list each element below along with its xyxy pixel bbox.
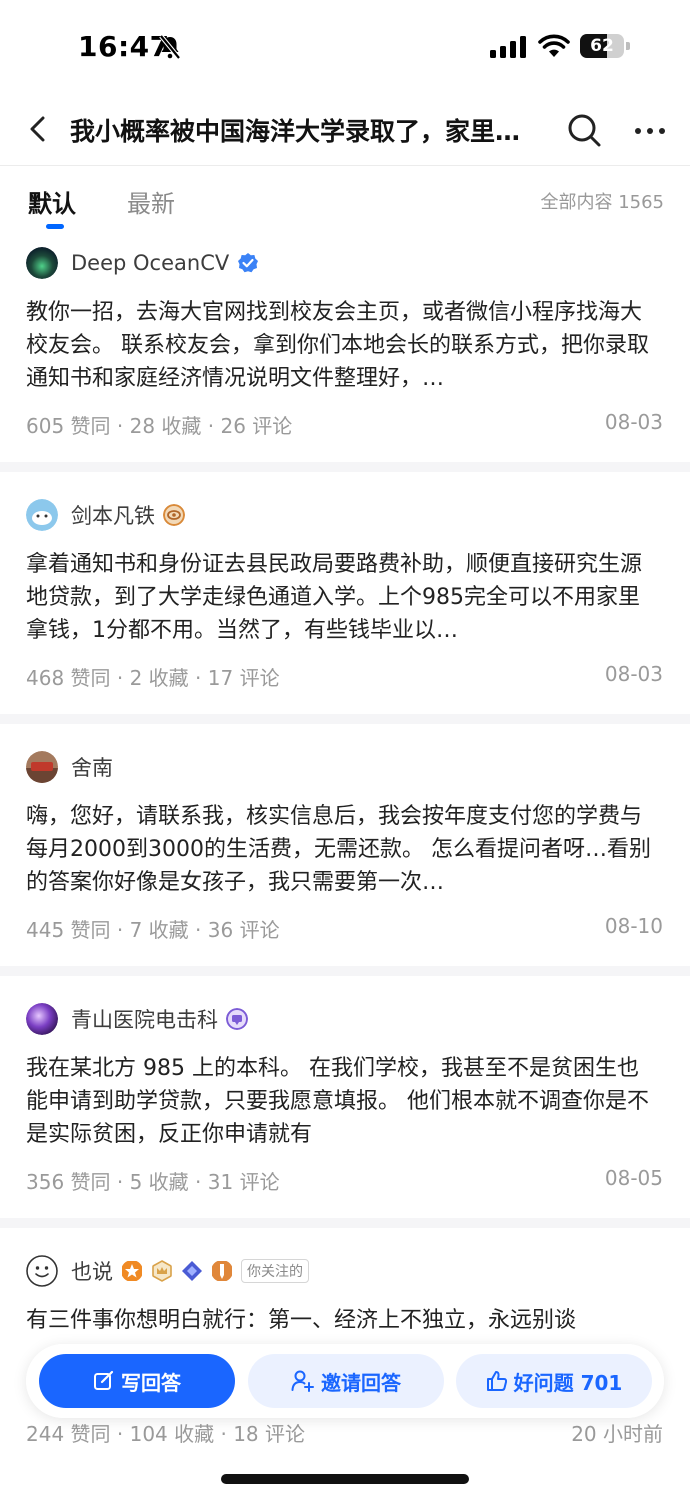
author-row[interactable]: 青山医院电击科 <box>26 1002 248 1036</box>
status-bar: 16:47 62 <box>0 0 690 92</box>
divider <box>0 714 690 724</box>
signal-icon <box>490 36 526 58</box>
answer-date: 08-03 <box>604 662 663 686</box>
bell-off-icon <box>159 34 181 60</box>
achievement-badge-icon <box>163 504 185 526</box>
crown-badge-icon <box>152 1260 172 1282</box>
answer-date: 08-10 <box>604 914 663 938</box>
avatar[interactable] <box>26 499 58 531</box>
question-title[interactable]: 我小概率被中国海洋大学录取了，家里拿不出学费怎么办？ <box>70 112 530 148</box>
divider <box>0 966 690 976</box>
status-time: 16:47 <box>78 30 170 63</box>
battery-indicator: 62 <box>580 34 630 58</box>
author-row[interactable]: 也说 你关注的 <box>26 1254 309 1288</box>
answer-stats: 244 赞同 · 104 收藏 · 18 评论 <box>26 1422 306 1446</box>
invite-answer-button[interactable]: 邀请回答 <box>248 1354 444 1408</box>
star-badge-icon <box>122 1261 142 1281</box>
divider <box>0 1218 690 1228</box>
answer-stats: 468 赞同 · 2 收藏 · 17 评论 <box>26 666 280 690</box>
answer-card[interactable]: Deep OceanCV 教你一招，去海大官网找到校友会主页，或者微信小程序找海… <box>0 246 690 462</box>
nav-bar: 我小概率被中国海洋大学录取了，家里拿不出学费怎么办？ <box>0 96 690 166</box>
author-row[interactable]: 剑本凡铁 <box>26 498 185 532</box>
verified-badge-icon <box>238 253 259 273</box>
invite-answer-label: 邀请回答 <box>321 1370 401 1395</box>
search-icon[interactable] <box>566 112 602 148</box>
total-content-count: 全部内容 1565 <box>540 192 664 213</box>
answer-stats: 445 赞同 · 7 收藏 · 36 评论 <box>26 918 280 942</box>
write-answer-label: 写回答 <box>121 1370 181 1395</box>
invite-user-icon <box>291 1370 314 1392</box>
answer-date: 08-05 <box>604 1166 663 1190</box>
wifi-icon <box>538 34 570 57</box>
author-name[interactable]: Deep OceanCV <box>71 251 229 275</box>
answer-date: 20 小时前 <box>571 1422 663 1446</box>
back-arrow-icon[interactable] <box>22 112 56 146</box>
creator-badge-icon <box>226 1008 248 1030</box>
thumbs-up-icon <box>486 1371 507 1391</box>
author-name[interactable]: 剑本凡铁 <box>71 500 155 530</box>
avatar[interactable] <box>26 1003 58 1035</box>
tab-latest[interactable]: 最新 <box>127 184 175 219</box>
answer-excerpt[interactable]: 有三件事你想明白就行：第一、经济上不独立，永远别谈 <box>26 1304 656 1337</box>
battery-level-text: 62 <box>590 36 614 56</box>
more-icon[interactable] <box>630 116 670 146</box>
write-answer-button[interactable]: 写回答 <box>39 1354 235 1408</box>
answer-card[interactable]: 剑本凡铁 拿着通知书和身份证去县民政局要路费补助，顺便直接研究生源地贷款，到了大… <box>0 498 690 714</box>
good-question-label: 好问题 701 <box>513 1370 623 1395</box>
answer-card[interactable]: 舍南 嗨，您好，请联系我，核实信息后，我会按年度支付您的学费与每月2000到30… <box>0 750 690 966</box>
sort-tabs: 默认 最新 全部内容 1565 <box>0 168 690 234</box>
tab-default[interactable]: 默认 <box>28 184 76 219</box>
author-row[interactable]: Deep OceanCV <box>26 246 259 280</box>
following-tag: 你关注的 <box>241 1259 309 1283</box>
bottom-action-bar: 写回答 邀请回答 好问题 701 <box>26 1344 664 1418</box>
answer-excerpt[interactable]: 我在某北方 985 上的本科。 在我们学校，我甚至不是贫困生也能申请到助学贷款，… <box>26 1052 656 1151</box>
pencil-badge-icon <box>212 1261 232 1281</box>
answer-stats: 605 赞同 · 28 收藏 · 26 评论 <box>26 414 293 438</box>
author-name[interactable]: 青山医院电击科 <box>71 1004 218 1034</box>
avatar[interactable] <box>26 1255 58 1287</box>
author-name[interactable]: 也说 <box>71 1256 113 1286</box>
answer-stats: 356 赞同 · 5 收藏 · 31 评论 <box>26 1170 280 1194</box>
avatar[interactable] <box>26 751 58 783</box>
author-name[interactable]: 舍南 <box>71 752 113 782</box>
answer-excerpt[interactable]: 拿着通知书和身份证去县民政局要路费补助，顺便直接研究生源地贷款，到了大学走绿色通… <box>26 548 656 647</box>
tab-indicator <box>46 224 64 229</box>
answer-excerpt[interactable]: 教你一招，去海大官网找到校友会主页，或者微信小程序找海大校友会。 联系校友会，拿… <box>26 296 656 395</box>
diamond-badge-icon <box>182 1261 202 1281</box>
edit-icon <box>94 1370 114 1390</box>
answer-excerpt[interactable]: 嗨，您好，请联系我，核实信息后，我会按年度支付您的学费与每月2000到3000的… <box>26 800 656 899</box>
home-indicator[interactable] <box>221 1474 469 1484</box>
avatar[interactable] <box>26 247 58 279</box>
divider <box>0 462 690 472</box>
author-row[interactable]: 舍南 <box>26 750 113 784</box>
answer-date: 08-03 <box>604 410 663 434</box>
good-question-button[interactable]: 好问题 701 <box>456 1354 652 1408</box>
answer-card[interactable]: 青山医院电击科 我在某北方 985 上的本科。 在我们学校，我甚至不是贫困生也能… <box>0 1002 690 1218</box>
